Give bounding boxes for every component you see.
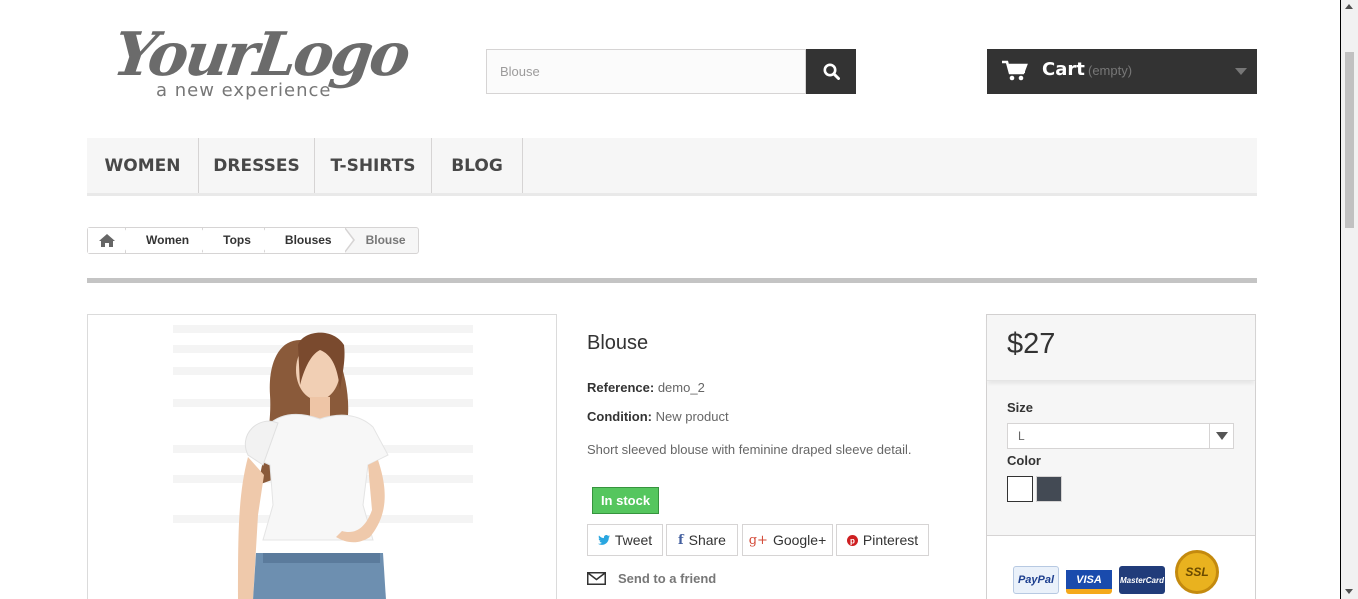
search-button[interactable] <box>806 49 856 94</box>
color-swatch-dark[interactable] <box>1036 476 1062 502</box>
payment-logos: PayPal VISA MasterCard SSL <box>987 535 1255 599</box>
chevron-down-icon <box>1235 68 1247 75</box>
google-plus-icon: g+ <box>748 532 768 548</box>
size-label: Size <box>1007 400 1034 415</box>
product-condition: Condition: New product <box>587 409 729 424</box>
product-title: Blouse <box>587 332 649 354</box>
availability-badge: In stock <box>592 487 659 514</box>
color-label: Color <box>1007 453 1041 468</box>
breadcrumb: Women Tops Blouses Blouse <box>87 227 419 254</box>
reference-value: demo_2 <box>657 380 705 395</box>
mastercard-logo: MasterCard <box>1119 566 1165 594</box>
menu-item-dresses[interactable]: DRESSES <box>199 138 315 193</box>
menu-item-blog[interactable]: BLOG <box>432 138 523 193</box>
ssl-seal-logo: SSL <box>1175 550 1219 594</box>
svg-text:p: p <box>850 536 855 545</box>
google-plus-label: Google+ <box>772 532 827 548</box>
send-to-friend-link[interactable]: Send to a friend <box>587 571 716 586</box>
breadcrumb-current: Blouse <box>365 233 406 247</box>
logo-wordmark: YourLogo <box>109 20 412 90</box>
scroll-up-icon[interactable] <box>1345 4 1353 9</box>
main-menu: WOMEN DRESSES T-SHIRTS BLOG <box>87 138 1257 196</box>
scroll-down-icon[interactable] <box>1345 589 1353 594</box>
search-bar <box>486 49 856 94</box>
envelope-icon <box>587 572 606 585</box>
breadcrumb-item-women[interactable]: Women <box>126 228 204 253</box>
google-plus-button[interactable]: g+ Google+ <box>742 524 833 556</box>
product-reference: Reference: demo_2 <box>587 380 705 395</box>
product-photo <box>173 325 473 599</box>
chevron-down-icon <box>1209 424 1233 448</box>
vertical-scrollbar[interactable] <box>1341 0 1358 599</box>
product-price: $27 <box>1007 328 1056 360</box>
section-divider <box>87 278 1257 283</box>
site-logo[interactable]: YourLogo a new experience <box>109 20 412 104</box>
size-select[interactable]: L <box>1007 423 1234 449</box>
share-label: Share <box>688 532 726 548</box>
pinterest-button[interactable]: p Pinterest <box>836 524 929 556</box>
tweet-label: Tweet <box>614 532 653 548</box>
pinterest-icon: p <box>846 534 858 546</box>
search-input[interactable] <box>486 49 806 94</box>
product-short-description: Short sleeved blouse with feminine drape… <box>587 442 912 457</box>
reference-label: Reference: <box>587 380 655 395</box>
menu-item-women[interactable]: WOMEN <box>87 138 199 193</box>
home-icon <box>98 234 115 247</box>
breadcrumb-item-blouses[interactable]: Blouses <box>264 228 346 253</box>
pinterest-label: Pinterest <box>862 532 919 548</box>
size-select-value: L <box>1018 429 1025 443</box>
breadcrumb-item-tops[interactable]: Tops <box>203 228 265 253</box>
product-image[interactable] <box>87 314 557 599</box>
condition-label: Condition: <box>587 409 652 424</box>
menu-item-t-shirts[interactable]: T-SHIRTS <box>315 138 432 193</box>
send-to-friend-label: Send to a friend <box>618 571 717 586</box>
logo-tagline: a new experience <box>156 80 332 101</box>
page: YourLogo a new experience Cart (empty) W… <box>0 0 1358 599</box>
cart-label: Cart <box>1042 59 1085 80</box>
cart-status: (empty) <box>1088 63 1133 78</box>
share-button[interactable]: f Share <box>666 524 738 556</box>
paypal-logo: PayPal <box>1013 566 1059 594</box>
shopping-cart-icon <box>1002 60 1028 81</box>
scrollbar-thumb[interactable] <box>1345 52 1354 228</box>
color-swatch-white[interactable] <box>1007 476 1033 502</box>
cart-button[interactable]: Cart (empty) <box>987 49 1257 94</box>
facebook-icon: f <box>678 532 684 548</box>
tweet-button[interactable]: Tweet <box>587 524 663 556</box>
condition-value: New product <box>655 409 729 424</box>
search-icon <box>823 63 840 80</box>
breadcrumb-home[interactable] <box>88 228 126 253</box>
visa-logo: VISA <box>1066 566 1112 594</box>
buy-block: $27 Size L Color PayPal VISA MasterCard … <box>986 314 1256 599</box>
twitter-icon <box>597 535 610 545</box>
price-area: $27 <box>987 315 1255 381</box>
